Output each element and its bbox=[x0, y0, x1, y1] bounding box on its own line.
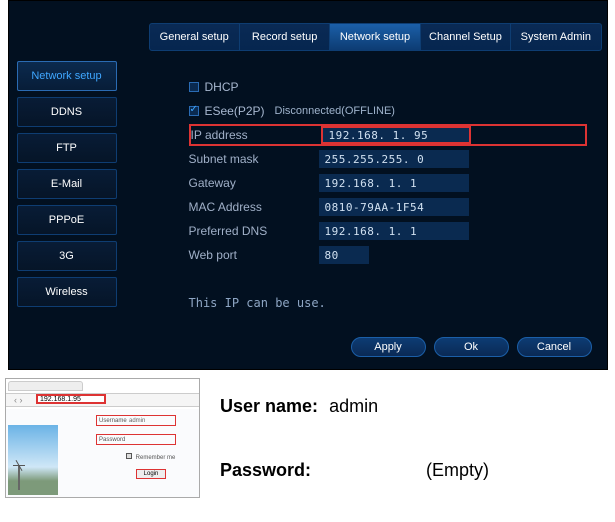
remember-label: Remember me bbox=[136, 455, 176, 461]
tab-network-setup[interactable]: Network setup bbox=[330, 24, 420, 50]
cancel-button[interactable]: Cancel bbox=[517, 337, 592, 357]
thumb-password-label: Password bbox=[99, 437, 129, 443]
mask-label: Subnet mask bbox=[189, 152, 319, 166]
tab-record-setup[interactable]: Record setup bbox=[240, 24, 330, 50]
esee-label: ESee(P2P) bbox=[205, 104, 265, 118]
browser-thumbnail: ‹ › 192.168.1.95 Username admin Password… bbox=[5, 378, 200, 498]
login-page-art bbox=[8, 425, 58, 495]
esee-status: Disconnected(OFFLINE) bbox=[275, 105, 395, 117]
sidebar-item-ddns[interactable]: DDNS bbox=[17, 97, 117, 127]
dhcp-label: DHCP bbox=[205, 80, 239, 94]
dns-value[interactable]: 192.168. 1. 1 bbox=[319, 222, 469, 240]
browser-tab bbox=[8, 381, 83, 391]
thumb-password-field[interactable]: Password bbox=[96, 434, 176, 445]
network-setup-window: General setup Record setup Network setup… bbox=[8, 0, 608, 370]
cred-user-label: User name: bbox=[220, 396, 318, 416]
mac-value: 0810-79AA-1F54 bbox=[319, 198, 469, 216]
top-tab-bar: General setup Record setup Network setup… bbox=[149, 23, 602, 51]
ok-button[interactable]: Ok bbox=[434, 337, 509, 357]
lower-panel: ‹ › 192.168.1.95 Username admin Password… bbox=[0, 378, 615, 498]
sidebar-item-network-setup[interactable]: Network setup bbox=[17, 61, 117, 91]
dhcp-checkbox[interactable] bbox=[189, 82, 199, 92]
tab-general-setup[interactable]: General setup bbox=[150, 24, 240, 50]
sidebar-item-wireless[interactable]: Wireless bbox=[17, 277, 117, 307]
browser-url-field[interactable]: 192.168.1.95 bbox=[36, 394, 106, 404]
sidebar-item-pppoe[interactable]: PPPoE bbox=[17, 205, 117, 235]
thumb-username-label: Username bbox=[99, 418, 129, 424]
bottom-buttons: Apply Ok Cancel bbox=[351, 337, 592, 357]
tab-channel-setup[interactable]: Channel Setup bbox=[421, 24, 511, 50]
thumb-username-value: admin bbox=[129, 418, 145, 424]
tab-system-admin[interactable]: System Admin bbox=[511, 24, 600, 50]
thumb-username-field[interactable]: Username admin bbox=[96, 415, 176, 426]
cred-pass-label: Password: bbox=[220, 460, 311, 480]
sidebar: Network setup DDNS FTP E-Mail PPPoE 3G W… bbox=[17, 61, 117, 313]
port-label: Web port bbox=[189, 248, 319, 262]
ip-status-note: This IP can be use. bbox=[189, 296, 587, 310]
ip-label: IP address bbox=[191, 128, 321, 142]
remember-me[interactable]: Remember me bbox=[126, 453, 176, 461]
back-forward-icon: ‹ › bbox=[14, 395, 23, 405]
network-form: DHCP ESee(P2P) Disconnected(OFFLINE) IP … bbox=[189, 76, 587, 310]
sidebar-item-email[interactable]: E-Mail bbox=[17, 169, 117, 199]
sidebar-item-ftp[interactable]: FTP bbox=[17, 133, 117, 163]
dns-label: Preferred DNS bbox=[189, 224, 319, 238]
browser-body: Username admin Password Remember me Logi… bbox=[6, 409, 199, 497]
apply-button[interactable]: Apply bbox=[351, 337, 426, 357]
windmill-icon bbox=[18, 465, 20, 490]
login-button[interactable]: Login bbox=[136, 469, 166, 479]
login-form: Username admin Password Remember me Logi… bbox=[96, 415, 176, 479]
sidebar-item-3g[interactable]: 3G bbox=[17, 241, 117, 271]
cred-pass-value: (Empty) bbox=[426, 460, 489, 480]
esee-checkbox[interactable] bbox=[189, 106, 199, 116]
port-value[interactable]: 80 bbox=[319, 246, 369, 264]
credentials-text: User name: admin Password: (Empty) bbox=[220, 390, 489, 486]
cred-user-value: admin bbox=[329, 396, 378, 416]
mask-value[interactable]: 255.255.255. 0 bbox=[319, 150, 469, 168]
remember-checkbox[interactable] bbox=[126, 453, 132, 459]
mac-label: MAC Address bbox=[189, 200, 319, 214]
ip-value[interactable]: 192.168. 1. 95 bbox=[321, 126, 471, 144]
gw-label: Gateway bbox=[189, 176, 319, 190]
gw-value[interactable]: 192.168. 1. 1 bbox=[319, 174, 469, 192]
